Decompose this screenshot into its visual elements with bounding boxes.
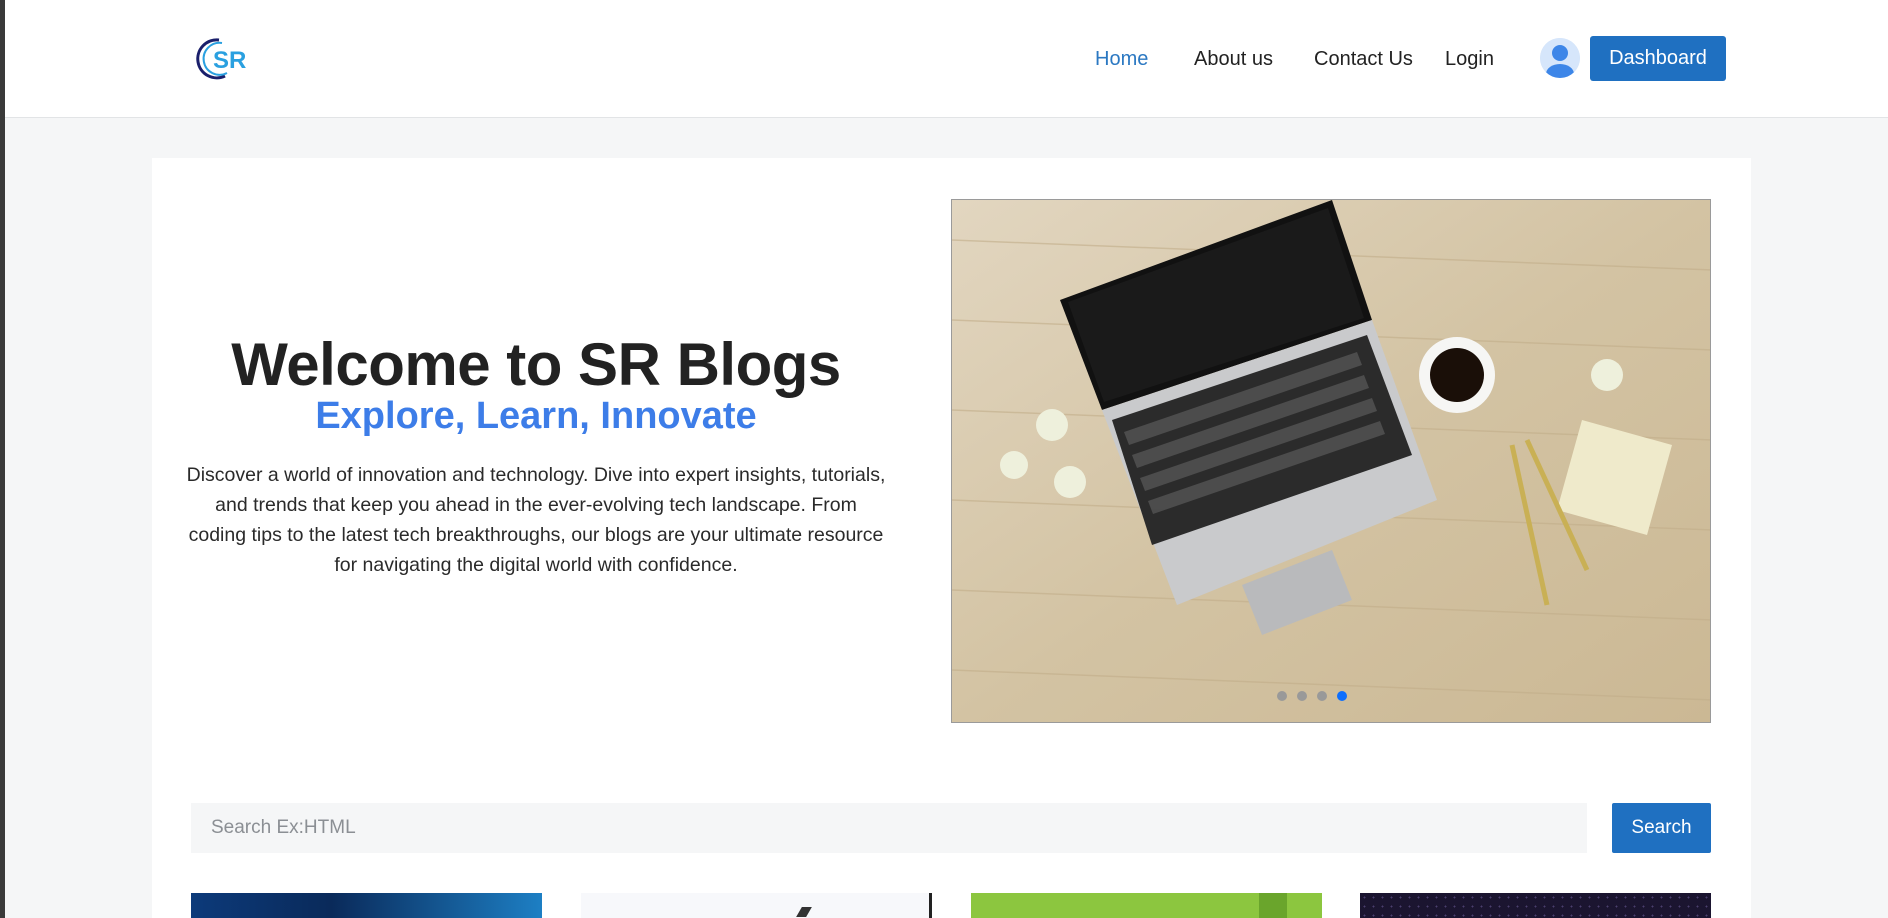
window-edge (0, 0, 5, 918)
hero-title: Welcome to SR Blogs (231, 331, 841, 398)
blog-card-thumbnail-3[interactable] (971, 893, 1322, 918)
user-avatar-icon[interactable] (1540, 38, 1580, 78)
hero-image-carousel[interactable] (951, 199, 1711, 723)
search-input[interactable] (191, 803, 1587, 853)
carousel-dot-4[interactable] (1337, 691, 1347, 701)
carousel-dot-2[interactable] (1297, 691, 1307, 701)
logo-text: SR (213, 47, 246, 74)
blog-card-thumbnail-1[interactable] (191, 893, 542, 918)
hero-section: Welcome to SR Blogs Explore, Learn, Inno… (152, 330, 920, 580)
search-button[interactable]: Search (1612, 803, 1711, 853)
nav-home[interactable]: Home (1095, 48, 1148, 71)
main-content-card: Welcome to SR Blogs Explore, Learn, Inno… (152, 158, 1751, 918)
carousel-dot-3[interactable] (1317, 691, 1327, 701)
blog-card-thumbnail-4[interactable] (1360, 893, 1711, 918)
laptop-desk-image (952, 200, 1710, 722)
top-navbar: SR Home About us Contact Us Login Dashbo… (5, 0, 1888, 118)
carousel-dot-1[interactable] (1277, 691, 1287, 701)
nav-contact-us[interactable]: Contact Us (1314, 48, 1413, 71)
nav-about-us[interactable]: About us (1194, 48, 1273, 71)
blog-card-thumbnail-2[interactable] (581, 893, 932, 918)
dashboard-button[interactable]: Dashboard (1590, 36, 1726, 81)
nav-login[interactable]: Login (1445, 48, 1494, 71)
hero-subtitle: Explore, Learn, Innovate (315, 395, 757, 437)
sr-logo[interactable]: SR (195, 34, 251, 82)
carousel-indicators (952, 688, 1710, 706)
hero-description: Discover a world of innovation and techn… (186, 464, 886, 576)
